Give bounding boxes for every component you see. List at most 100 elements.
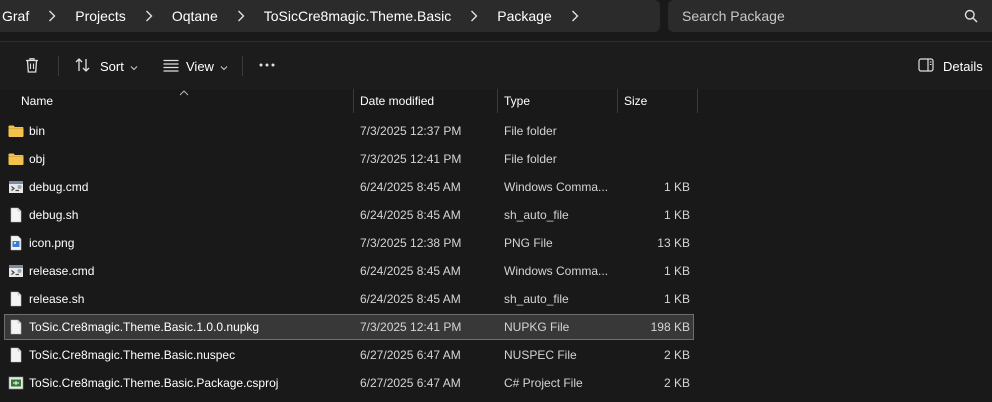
file-type: C# Project File	[504, 376, 583, 390]
file-row[interactable]: ToSic.Cre8magic.Theme.Basic.Package.cspr…	[4, 370, 694, 396]
column-divider[interactable]	[697, 89, 698, 113]
file-row[interactable]: obj 7/3/2025 12:41 PM File folder	[4, 146, 694, 172]
sort-icon	[74, 56, 92, 77]
file-row[interactable]: ToSic.Cre8magic.Theme.Basic.nuspec 6/27/…	[4, 342, 694, 368]
chevron-right-icon[interactable]	[563, 8, 587, 24]
details-label: Details	[943, 58, 983, 74]
folder-icon	[8, 151, 24, 167]
sort-label: Sort	[100, 58, 124, 74]
column-divider[interactable]	[497, 89, 498, 113]
chevron-right-icon[interactable]	[462, 8, 486, 24]
file-date: 6/27/2025 6:47 AM	[360, 348, 461, 362]
file-size: 1 KB	[663, 292, 690, 306]
cmd-file-icon	[8, 179, 24, 195]
file-icon	[8, 319, 24, 335]
column-header-date[interactable]: Date modified	[360, 89, 434, 113]
address-bar[interactable]: Graf Projects Oqtane ToSicCre8magic.Them…	[0, 0, 660, 32]
file-name: release.sh	[29, 292, 85, 306]
chevron-down-icon	[130, 59, 138, 74]
column-header-name[interactable]: Name	[21, 89, 53, 113]
more-options-button[interactable]	[258, 54, 276, 78]
file-size	[618, 118, 690, 144]
file-date: 6/24/2025 8:45 AM	[360, 292, 461, 306]
file-size: 198 KB	[650, 320, 690, 334]
toolbar-separator	[58, 56, 59, 76]
file-name: ToSic.Cre8magic.Theme.Basic.1.0.0.nupkg	[29, 320, 260, 334]
column-header-type[interactable]: Type	[504, 89, 530, 113]
breadcrumb-theme-basic[interactable]: ToSicCre8magic.Theme.Basic	[264, 8, 452, 24]
file-name: ToSic.Cre8magic.Theme.Basic.Package.cspr…	[29, 376, 279, 390]
breadcrumb-graf[interactable]: Graf	[2, 8, 29, 24]
file-size: 1 KB	[663, 180, 690, 194]
file-type: sh_auto_file	[504, 208, 569, 222]
file-date: 6/24/2025 8:45 AM	[360, 264, 461, 278]
file-type: File folder	[504, 152, 557, 166]
command-bar: Sort View Details	[0, 41, 992, 89]
search-input[interactable]	[682, 8, 952, 24]
column-header-size[interactable]: Size	[624, 89, 647, 113]
sort-ascending-icon	[179, 85, 189, 99]
file-size	[618, 146, 690, 172]
file-row[interactable]: debug.cmd 6/24/2025 8:45 AM Windows Comm…	[4, 174, 694, 200]
details-pane-button[interactable]: Details	[918, 54, 983, 78]
file-row[interactable]: debug.sh 6/24/2025 8:45 AM sh_auto_file …	[4, 202, 694, 228]
file-name: release.cmd	[29, 264, 95, 278]
column-divider[interactable]	[617, 89, 618, 113]
file-size: 1 KB	[663, 264, 690, 278]
file-size: 13 KB	[657, 236, 690, 250]
chevron-right-icon[interactable]	[229, 8, 253, 24]
cmd-file-icon	[8, 263, 24, 279]
breadcrumb-package[interactable]: Package	[497, 8, 551, 24]
file-size: 2 KB	[663, 376, 690, 390]
file-size: 1 KB	[663, 208, 690, 222]
sort-button[interactable]: Sort	[74, 54, 138, 78]
file-name: debug.cmd	[29, 180, 89, 194]
file-type: PNG File	[504, 236, 553, 250]
column-header-row: Name Date modified Type Size	[0, 89, 992, 113]
folder-icon	[8, 123, 24, 139]
image-file-icon	[8, 235, 24, 251]
file-row[interactable]: icon.png 7/3/2025 12:38 PM PNG File 13 K…	[4, 230, 694, 256]
file-date: 7/3/2025 12:41 PM	[360, 320, 462, 334]
file-date: 6/27/2025 6:47 AM	[360, 376, 461, 390]
file-row[interactable]: release.cmd 6/24/2025 8:45 AM Windows Co…	[4, 258, 694, 284]
breadcrumb-oqtane[interactable]: Oqtane	[172, 8, 218, 24]
file-icon	[8, 291, 24, 307]
file-date: 6/24/2025 8:45 AM	[360, 180, 461, 194]
search-box[interactable]	[668, 0, 992, 32]
delete-button[interactable]	[23, 54, 41, 78]
breadcrumb-projects[interactable]: Projects	[75, 8, 126, 24]
file-name: debug.sh	[29, 208, 79, 222]
file-type: File folder	[504, 124, 557, 138]
file-name: icon.png	[29, 236, 75, 250]
toolbar-separator	[242, 56, 243, 76]
file-name: ToSic.Cre8magic.Theme.Basic.nuspec	[29, 348, 236, 362]
file-date: 7/3/2025 12:41 PM	[360, 152, 462, 166]
file-type: Windows Comma...	[504, 264, 609, 278]
file-name: bin	[29, 124, 46, 138]
csproj-file-icon	[8, 375, 24, 391]
file-row[interactable]: release.sh 6/24/2025 8:45 AM sh_auto_fil…	[4, 286, 694, 312]
search-icon[interactable]	[964, 9, 978, 28]
chevron-down-icon	[220, 59, 228, 74]
details-pane-icon	[918, 57, 934, 75]
file-type: sh_auto_file	[504, 292, 569, 306]
file-type: NUSPEC File	[504, 348, 577, 362]
file-row[interactable]: bin 7/3/2025 12:37 PM File folder	[4, 118, 694, 144]
file-icon	[8, 207, 24, 223]
file-date: 7/3/2025 12:38 PM	[360, 236, 462, 250]
view-button[interactable]: View	[162, 54, 228, 78]
view-label: View	[186, 58, 214, 74]
file-date: 6/24/2025 8:45 AM	[360, 208, 461, 222]
chevron-right-icon[interactable]	[137, 8, 161, 24]
file-icon	[8, 347, 24, 363]
file-size: 2 KB	[663, 348, 690, 362]
file-type: NUPKG File	[504, 320, 570, 334]
file-name: obj	[29, 152, 46, 166]
file-row-selected[interactable]: ToSic.Cre8magic.Theme.Basic.1.0.0.nupkg …	[4, 314, 694, 340]
chevron-right-icon[interactable]	[40, 8, 64, 24]
column-divider[interactable]	[353, 89, 354, 113]
list-view-icon	[162, 56, 180, 77]
file-explorer-window: Graf Projects Oqtane ToSicCre8magic.Them…	[0, 0, 992, 402]
file-type: Windows Comma...	[504, 180, 609, 194]
